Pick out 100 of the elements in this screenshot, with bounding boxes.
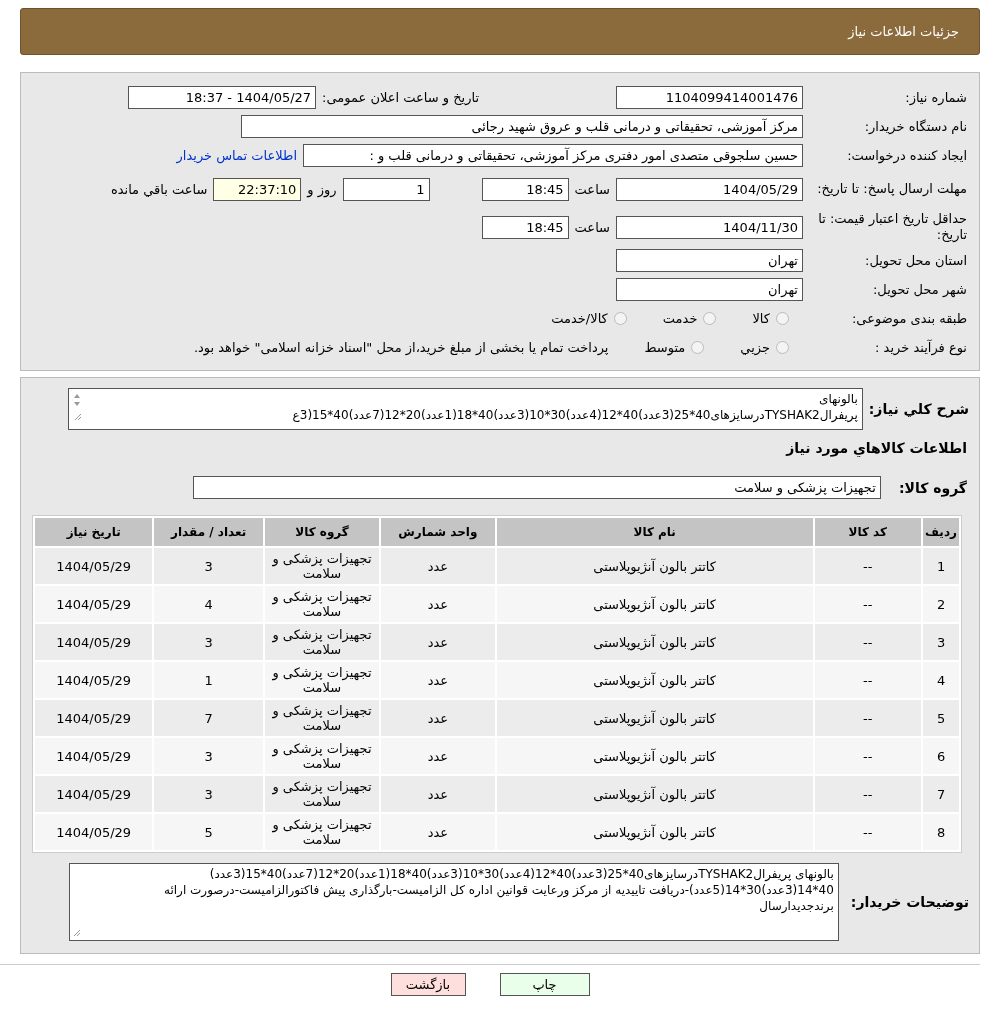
table-cell: 5 [154, 814, 264, 850]
table-cell: تجهیزات پزشکی و سلامت [265, 662, 379, 698]
scroll-arrows-icon[interactable] [71, 392, 82, 422]
time-field[interactable]: 18:45 [481, 177, 569, 201]
table-cell: عدد [380, 738, 495, 774]
table-cell: -- [814, 814, 922, 850]
table-cell: 2 [923, 586, 959, 622]
radio-button[interactable] [776, 341, 789, 354]
table-cell: -- [814, 548, 922, 584]
field-label: طبقه بندی موضوعی: [850, 310, 968, 327]
table-cell: 1404/05/29 [35, 738, 153, 774]
table-cell: کاتتر بالون آنژیوپلاستی [496, 776, 813, 812]
back-button[interactable]: بازگشت [390, 973, 466, 996]
column-header: واحد شمارش [380, 518, 495, 546]
table-cell: 3 [154, 624, 264, 660]
city-field[interactable]: تهران [616, 278, 803, 301]
table-cell: 8 [923, 814, 959, 850]
date-field[interactable]: 1404/11/30 [616, 215, 803, 239]
table-cell: 1 [154, 662, 264, 698]
table-cell: 1404/05/29 [35, 624, 153, 660]
table-cell: 1404/05/29 [35, 814, 153, 850]
table-cell: 3 [923, 624, 959, 660]
table-cell: تجهیزات پزشکی و سلامت [265, 738, 379, 774]
page-title: جزئیات اطلاعات نیاز [20, 8, 980, 55]
radio-label: كالا [752, 311, 770, 326]
radio-label: متوسط [644, 340, 686, 355]
table-cell: -- [814, 586, 922, 622]
table-cell: 1 [923, 548, 959, 584]
field-label: نام دستگاه خریدار: [863, 118, 968, 135]
table-cell: -- [814, 662, 922, 698]
field-label: ایجاد کننده درخواست: [846, 147, 968, 164]
field-label: شماره نیاز: [904, 89, 968, 106]
column-header: گروه کالا [265, 518, 379, 546]
time-label: ساعت [574, 219, 610, 235]
column-header: ردیف [923, 518, 959, 546]
time-label: ساعت [574, 181, 610, 197]
table-cell: 3 [154, 776, 264, 812]
column-header: تاریخ نیاز [35, 518, 153, 546]
process-note: پرداخت تمام یا بخشی از مبلغ خرید،از محل "اسناد خزانه اسلامی" خواهد بود. [193, 340, 609, 355]
goods-group-field[interactable]: تجهیزات پزشکی و سلامت [192, 476, 881, 499]
field-label: شهر محل تحویل: [871, 281, 968, 298]
table-cell: 1404/05/29 [35, 662, 153, 698]
radio-button[interactable] [613, 312, 627, 325]
table-cell: -- [814, 738, 922, 774]
field-label: تاریخ و ساعت اعلان عمومی: [322, 90, 479, 105]
province-field[interactable]: تهران [616, 249, 803, 272]
table-cell: عدد [380, 662, 495, 698]
table-cell: 3 [154, 738, 264, 774]
table-cell: عدد [380, 548, 495, 584]
table-cell: تجهیزات پزشکی و سلامت [265, 814, 379, 850]
table-cell: 1404/05/29 [35, 700, 153, 736]
table-cell: 3 [154, 548, 264, 584]
column-header: نام کالا [496, 518, 813, 546]
field-label: استان محل تحویل: [864, 252, 968, 269]
time-field[interactable]: 18:45 [481, 215, 569, 239]
table-cell: -- [814, 700, 922, 736]
date-field[interactable]: 1404/05/29 [616, 177, 803, 201]
table-cell: تجهیزات پزشکی و سلامت [265, 624, 379, 660]
table-cell: کاتتر بالون آنژیوپلاستی [496, 662, 813, 698]
table-cell: 4 [154, 586, 264, 622]
table-cell: تجهیزات پزشکی و سلامت [265, 700, 379, 736]
print-button[interactable]: چاپ [499, 973, 590, 996]
column-header: تعداد / مقدار [154, 518, 264, 546]
table-cell: -- [814, 624, 922, 660]
announce-date-field[interactable]: 1404/05/27 - 18:37 [128, 86, 317, 109]
buyer-notes-field[interactable]: بالونهای پریفرالTYSHAK2درسایزهای40*25(3عدد)40*12(4عدد)30*10(3عدد)40*18(1عدد)20*12(7عدد)40*15(3عدد) 40*14(3عدد)30*14(5عدد)-دریافت تاییدیه از مرکز ورعایت قوانین اداره کل الزامیست-بارگذاری پیش فاکتورالزامیست-درصورت ارائه برندجدیدارسال [68, 863, 839, 941]
field-label: مهلت ارسال پاسخ: تا تاریخ: [816, 181, 968, 197]
radio-label: خدمت [662, 311, 698, 326]
days-label: روز و [307, 181, 337, 197]
contact-link[interactable]: اطلاعات تماس خریدار [176, 148, 297, 163]
table-cell: 7 [923, 776, 959, 812]
table-cell: عدد [380, 814, 495, 850]
field-label: شرح کلي نیاز: [868, 401, 969, 417]
radio-button[interactable] [703, 312, 717, 325]
radio-button[interactable] [691, 341, 705, 354]
column-header: کد کالا [814, 518, 922, 546]
table-cell: تجهیزات پزشکی و سلامت [265, 586, 379, 622]
section-title: اطلاعات کالاهاي مورد نیاز [784, 440, 967, 456]
table-cell: کاتتر بالون آنژیوپلاستی [496, 548, 813, 584]
need-number-field[interactable]: 1104099414001476 [616, 86, 803, 109]
table-cell: عدد [380, 586, 495, 622]
table-cell: تجهیزات پزشکی و سلامت [265, 548, 379, 584]
table-cell: کاتتر بالون آنژیوپلاستی [496, 624, 813, 660]
requester-field[interactable]: حسین سلجوقی متصدی امور دفتری مرکز آموزشی، تحقیقاتی و درمانی قلب و : [303, 144, 803, 167]
radio-button[interactable] [776, 312, 789, 325]
field-label: توضیحات خریدار: [850, 894, 969, 910]
table-cell: 4 [923, 662, 959, 698]
table-cell: کاتتر بالون آنژیوپلاستی [496, 700, 813, 736]
table-cell: عدد [380, 700, 495, 736]
summary-field[interactable]: بالونهای پریفرالTYSHAK2درسایزهای40*25(3عدد)40*12(4عدد)30*10(3عدد)40*18(1عدد)20*12(7عدد)40*15(3ع [67, 388, 863, 430]
table-cell: کاتتر بالون آنژیوپلاستی [496, 814, 813, 850]
days-field[interactable]: 1 [342, 177, 430, 201]
table-cell: -- [814, 776, 922, 812]
table-cell: 1404/05/29 [35, 586, 153, 622]
buyer-org-field[interactable]: مرکز آموزشی، تحقیقاتی و درمانی قلب و عروق شهید رجائی [241, 115, 803, 138]
resize-grip-icon[interactable] [72, 929, 81, 937]
table-cell: عدد [380, 776, 495, 812]
radio-label: كالا/خدمت [551, 311, 608, 326]
table-cell: عدد [380, 624, 495, 660]
remaining-time-field[interactable]: 22:37:10 [213, 177, 302, 201]
